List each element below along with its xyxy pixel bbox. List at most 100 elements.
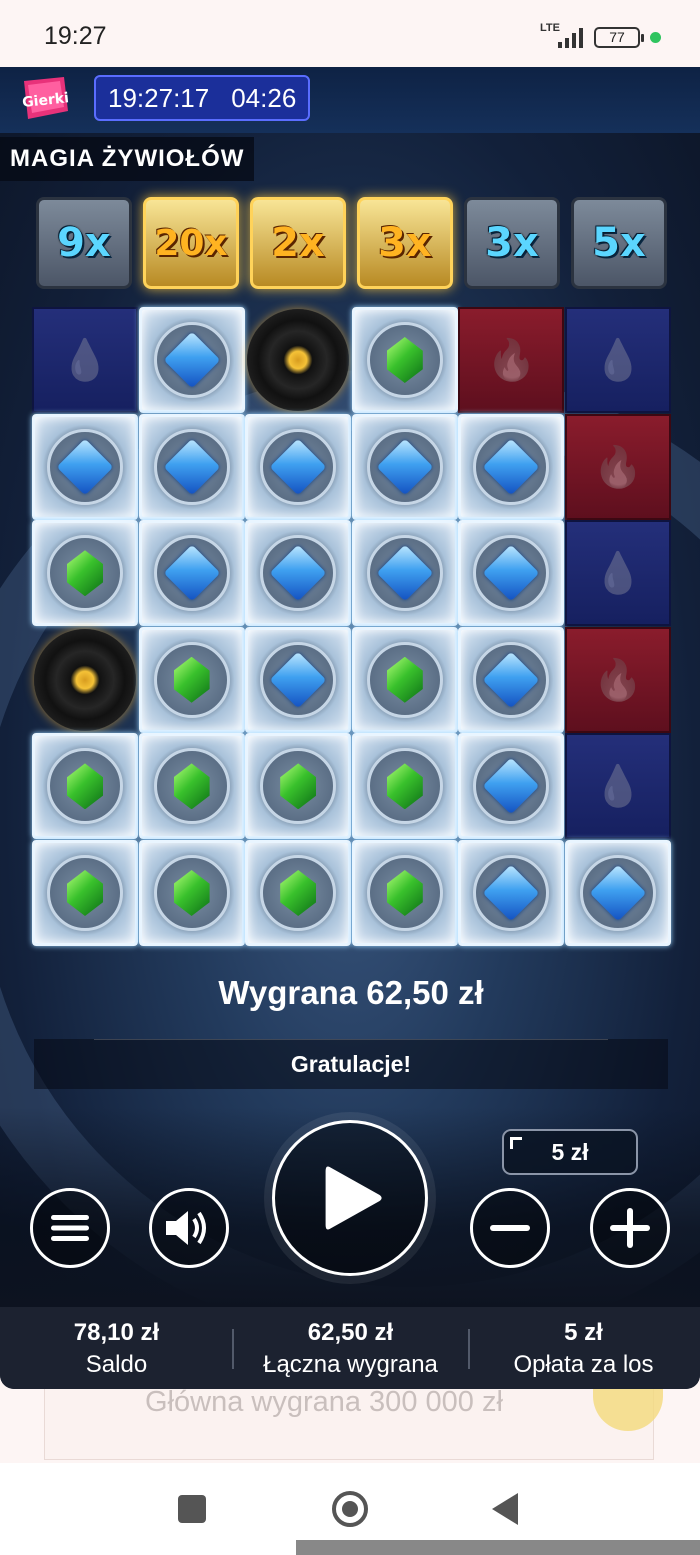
gem-socket <box>260 855 337 931</box>
balance-info: 78,10 zł Saldo <box>0 1319 233 1379</box>
blue-gem-tile <box>458 413 565 520</box>
green-gem-icon <box>67 550 103 597</box>
gem-socket <box>260 535 337 612</box>
green-gem-icon <box>173 870 210 916</box>
decrease-bet-button[interactable] <box>470 1188 550 1268</box>
green-gem-icon <box>173 656 210 703</box>
status-time: 19:27 <box>44 22 107 50</box>
green-gem-tile <box>351 626 458 733</box>
multiplier-badge: 3x <box>464 197 560 289</box>
gem-socket <box>473 535 550 612</box>
blue-gem-icon <box>376 544 434 602</box>
gem-socket <box>260 428 337 505</box>
green-gem-tile <box>32 733 138 840</box>
jackpot-banner: Główna wygrana 300 000 zł <box>44 1376 663 1460</box>
congrats-message: Gratulacje! <box>34 1039 668 1089</box>
blue-gem-tile <box>458 520 565 627</box>
blue-gem-icon <box>483 544 540 602</box>
battery-level: 77 <box>609 29 625 45</box>
blue-gem-icon <box>376 438 434 495</box>
gem-socket <box>473 428 550 505</box>
multiplier-badge: 2x <box>250 197 346 289</box>
home-button[interactable] <box>332 1491 368 1527</box>
blue-gem-icon <box>589 864 647 922</box>
blue-gem-icon <box>483 438 540 495</box>
spin-button[interactable] <box>272 1120 428 1276</box>
gem-socket <box>366 641 443 718</box>
green-gem-icon <box>280 763 317 810</box>
blue-gem-tile <box>138 413 245 520</box>
blue-gem-icon <box>163 331 220 389</box>
green-gem-tile <box>351 840 458 946</box>
gierki-logo: Gierki <box>21 77 70 119</box>
blue-gem-tile <box>138 307 245 413</box>
gem-socket <box>473 748 550 825</box>
blue-gem-tile <box>351 520 458 627</box>
clock-time: 19:27:17 <box>108 83 210 113</box>
sound-button[interactable] <box>149 1188 229 1268</box>
gem-socket <box>47 748 123 825</box>
gem-socket <box>47 428 123 505</box>
hamburger-icon <box>51 1215 89 1241</box>
multiplier-badge: 9x <box>36 197 132 289</box>
portal-icon <box>247 309 350 411</box>
menu-button[interactable] <box>30 1188 110 1268</box>
gem-socket <box>366 428 443 505</box>
bet-value: 5 zł <box>551 1139 589 1165</box>
fire-drop-icon: 🔥 <box>593 658 643 703</box>
blue-gem-tile <box>565 840 671 946</box>
total-win-value: 62,50 zł <box>307 1319 394 1346</box>
green-gem-tile <box>32 840 138 946</box>
water-drop-icon: 💧 <box>593 338 643 383</box>
navigation-bar <box>0 1463 700 1555</box>
gem-socket <box>366 855 443 931</box>
gem-socket <box>473 641 550 718</box>
green-gem-tile <box>245 840 352 946</box>
blue-gem-icon <box>163 438 220 495</box>
blue-gem-icon <box>163 544 220 602</box>
status-bar: 19:27 LTE 77 <box>0 0 700 68</box>
total-win-label: Łączna wygrana <box>263 1351 438 1378</box>
multiplier-badge: 20x <box>143 197 239 289</box>
multiplier-badge: 3x <box>357 197 453 289</box>
gem-socket <box>153 641 230 718</box>
jackpot-text: Główna wygrana 300 000 zł <box>145 1386 503 1418</box>
blue-gem-tile <box>458 733 565 840</box>
info-bar: 78,10 zł Saldo 62,50 zł Łączna wygrana 5… <box>0 1307 700 1389</box>
plus-icon <box>610 1208 650 1248</box>
fire-symbol-tile: 🔥 <box>458 307 565 413</box>
blue-gem-tile <box>245 520 352 627</box>
blue-gem-tile <box>245 626 352 733</box>
water-symbol-tile: 💧 <box>565 307 671 413</box>
speaker-icon <box>166 1211 206 1245</box>
blue-gem-tile <box>245 413 352 520</box>
blue-gem-icon <box>269 438 327 495</box>
privacy-indicator <box>650 32 661 43</box>
win-amount: Wygrana 62,50 zł <box>218 974 484 1011</box>
green-gem-tile <box>351 307 458 413</box>
green-gem-icon <box>386 337 423 383</box>
fee-value: 5 zł <box>564 1319 603 1346</box>
gem-socket <box>47 535 123 612</box>
minus-icon <box>490 1225 530 1231</box>
fire-symbol-tile: 🔥 <box>565 413 671 520</box>
fire-drop-icon: 🔥 <box>486 338 537 383</box>
battery-icon: 77 <box>594 27 644 48</box>
increase-bet-button[interactable] <box>590 1188 670 1268</box>
game-top-bar: Gierki 19:27:17 04:26 <box>0 67 700 133</box>
total-win-info: 62,50 zł Łączna wygrana <box>234 1319 467 1379</box>
gesture-handle <box>296 1540 700 1555</box>
green-gem-tile <box>32 520 138 627</box>
gem-socket <box>580 855 656 931</box>
recents-button[interactable] <box>178 1495 206 1523</box>
signal-icon <box>558 28 583 48</box>
play-icon <box>325 1166 382 1230</box>
bet-display[interactable]: 5 zł <box>502 1129 638 1175</box>
portal-symbol <box>245 307 351 413</box>
fire-symbol-tile: 🔥 <box>565 626 671 733</box>
water-symbol-tile: 💧 <box>565 520 671 627</box>
gem-socket <box>260 748 337 825</box>
gem-socket <box>366 322 443 398</box>
water-drop-icon: 💧 <box>593 764 643 809</box>
back-button[interactable] <box>492 1493 518 1525</box>
